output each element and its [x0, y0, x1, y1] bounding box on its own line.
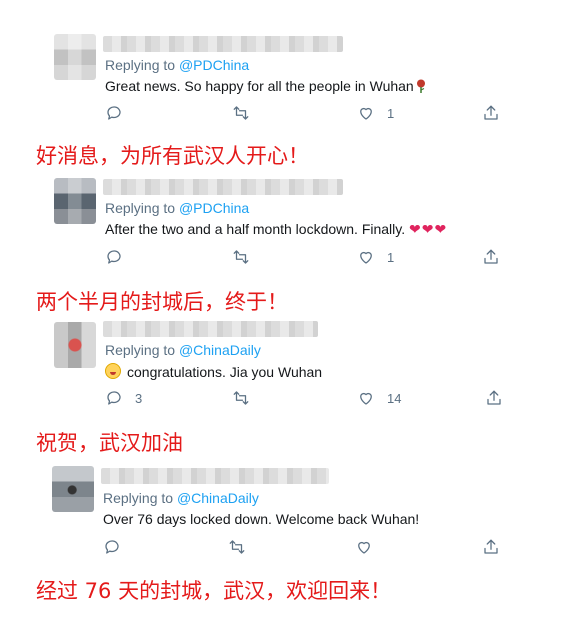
share-button[interactable] [482, 248, 500, 266]
like-button[interactable]: 1 [357, 104, 394, 122]
share-button[interactable] [482, 104, 500, 122]
avatar[interactable] [52, 466, 94, 512]
reply-button[interactable] [103, 538, 133, 556]
retweet-button[interactable] [232, 104, 250, 122]
tweet-text: congratulations. Jia you Wuhan [105, 363, 322, 380]
tweet-text: Over 76 days locked down. Welcome back W… [103, 511, 420, 527]
reply-icon [105, 540, 119, 554]
tweet-actions: 3 14 [105, 389, 505, 409]
reply-button[interactable] [105, 248, 135, 266]
heart-icon [360, 392, 372, 405]
user-name-blurred [101, 468, 329, 484]
avatar[interactable] [54, 178, 96, 224]
retweet-icon [233, 250, 249, 264]
share-button[interactable] [482, 538, 500, 556]
retweet-icon [229, 540, 245, 554]
retweet-button[interactable] [232, 389, 250, 407]
retweet-icon [233, 106, 249, 120]
share-icon [484, 105, 498, 120]
user-name-blurred [103, 36, 343, 52]
replying-to: Replying to @ChinaDaily [105, 342, 261, 358]
rose-icon [416, 79, 425, 93]
reply-button[interactable]: 3 [105, 389, 142, 407]
replying-to: Replying to @ChinaDaily [103, 490, 259, 506]
avatar[interactable] [54, 34, 96, 80]
heart-icon [360, 107, 372, 120]
retweet-icon [233, 391, 249, 405]
retweet-button[interactable] [228, 538, 246, 556]
tweet-actions: 1 [105, 104, 505, 124]
share-icon [484, 539, 498, 554]
chinese-annotation: 两个半月的封城后，终于！ [36, 290, 288, 314]
chinese-annotation: 好消息，为所有武汉人开心！ [36, 144, 309, 168]
like-button[interactable]: 14 [357, 389, 401, 407]
like-button[interactable]: 1 [357, 248, 394, 266]
reply-icon [107, 250, 121, 264]
retweet-button[interactable] [232, 248, 250, 266]
replying-to: Replying to @PDChina [105, 57, 250, 73]
share-icon [487, 390, 501, 405]
reply-icon [107, 391, 121, 405]
heart-icon [360, 251, 372, 264]
tweet-actions [103, 538, 503, 558]
reply-handle-link[interactable]: @PDChina [179, 57, 249, 73]
like-button[interactable] [355, 538, 385, 556]
reply-handle-link[interactable]: @ChinaDaily [179, 342, 261, 358]
chinese-annotation: 经过 76 天的封城，武汉，欢迎回来！ [36, 579, 392, 603]
reply-icon [107, 106, 121, 120]
share-button[interactable] [485, 389, 503, 407]
reply-button[interactable] [105, 104, 135, 122]
reply-handle-link[interactable]: @ChinaDaily [177, 490, 259, 506]
tweet-text: Great news. So happy for all the people … [105, 78, 426, 94]
avatar[interactable] [54, 322, 96, 368]
user-name-blurred [103, 321, 318, 337]
red-hearts-emoji: ❤❤❤ [409, 221, 448, 237]
heart-icon [358, 541, 370, 554]
chinese-annotation: 祝贺，武汉加油 [36, 431, 183, 455]
tweet-text: After the two and a half month lockdown.… [105, 221, 448, 237]
tweet-actions: 1 [105, 248, 505, 268]
replying-to: Replying to @PDChina [105, 200, 250, 216]
share-icon [484, 249, 498, 264]
user-name-blurred [103, 179, 343, 195]
flushed-face-icon [105, 363, 121, 379]
reply-handle-link[interactable]: @PDChina [179, 200, 249, 216]
